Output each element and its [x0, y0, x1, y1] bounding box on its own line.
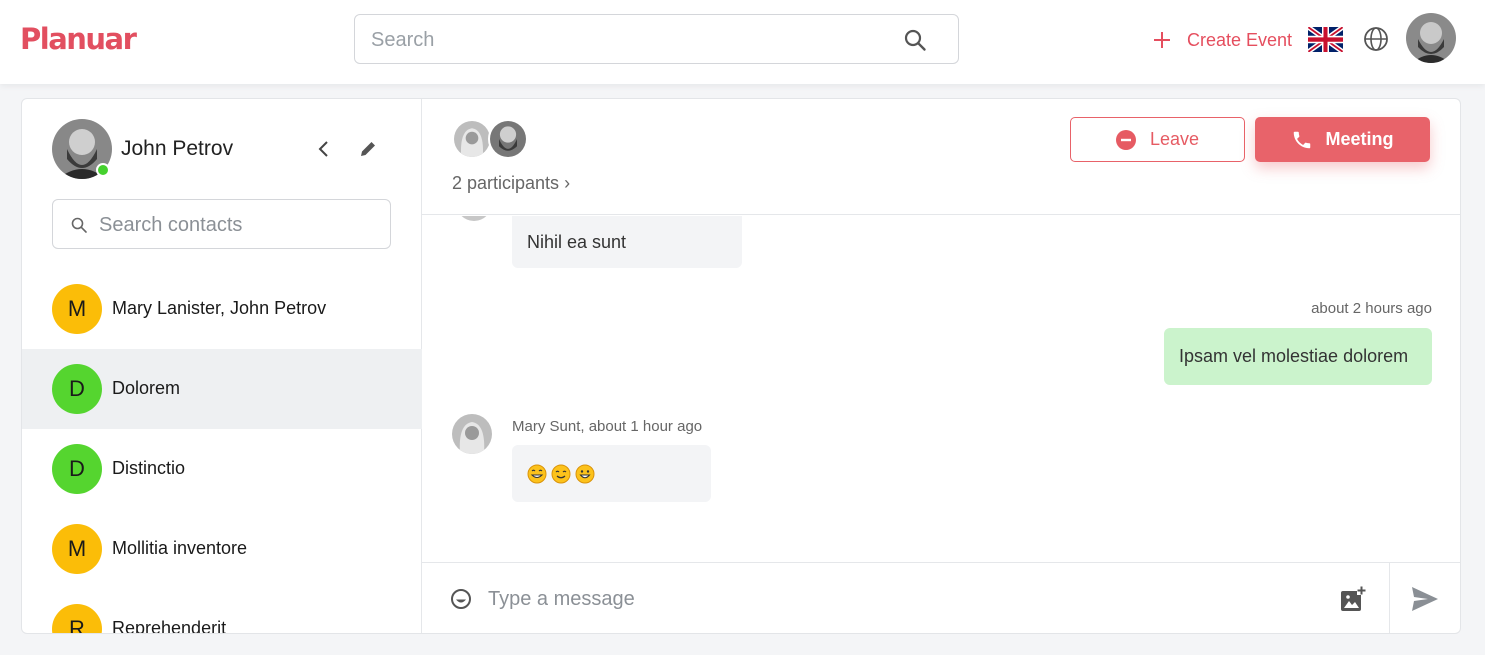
message-bubble: Nihil ea sunt: [512, 216, 742, 268]
contact-item[interactable]: M Mollitia inventore: [22, 509, 422, 589]
message-input[interactable]: [488, 585, 1288, 613]
contact-avatar: D: [52, 364, 102, 414]
participants-link[interactable]: 2 participants ›: [452, 173, 570, 194]
contact-name: Mollitia inventore: [112, 538, 248, 558]
divider: [1389, 563, 1390, 633]
online-status-dot: [96, 163, 110, 177]
user-avatar[interactable]: [1406, 13, 1456, 63]
contact-name: Distinctio: [112, 458, 186, 478]
message-sender-meta: Mary Sunt, about 1 hour ago: [512, 418, 703, 435]
sender-avatar: [456, 216, 492, 221]
top-bar: Planuar Create Event: [0, 0, 1485, 84]
emoji-picker-icon[interactable]: [450, 588, 472, 610]
global-search-input[interactable]: [371, 27, 891, 53]
add-image-icon[interactable]: [1340, 586, 1366, 612]
message-list: Nihil ea sunt about 2 hours ago Ipsam ve…: [422, 216, 1460, 562]
send-icon[interactable]: [1411, 586, 1439, 612]
contact-name: Mary Lanister, John Petrov: [112, 298, 327, 318]
contact-name: Reprehenderit: [112, 618, 227, 634]
search-icon[interactable]: [903, 28, 927, 52]
message-bubble: 😁😊😄: [512, 445, 711, 502]
contact-list: M Mary Lanister, John Petrov D Dolorem D Dist…: [22, 269, 422, 634]
contact-avatar: M: [52, 284, 102, 334]
create-event-button[interactable]: Create Event: [1152, 26, 1292, 54]
contact-item[interactable]: M Mary Lanister, John Petrov: [22, 269, 422, 349]
globe-icon[interactable]: [1363, 26, 1389, 52]
minus-circle-icon: [1115, 129, 1136, 150]
uk-flag-icon[interactable]: [1308, 27, 1343, 52]
current-user-name: John Petrov: [121, 137, 234, 160]
blush-emoji-icon: [551, 464, 571, 483]
chevron-left-icon[interactable]: [314, 139, 334, 159]
message-timestamp: about 2 hours ago: [1311, 300, 1432, 317]
message-text: Ipsam vel molestiae dolorem: [1179, 346, 1409, 366]
meeting-label: Meeting: [1325, 129, 1394, 149]
contact-name: Dolorem: [112, 378, 181, 398]
sender-avatar: [452, 414, 492, 454]
app-logo[interactable]: Planuar: [20, 22, 137, 56]
contact-avatar: R: [52, 604, 102, 633]
contact-search[interactable]: [52, 199, 391, 249]
smile-emoji-icon: [575, 464, 595, 483]
phone-icon: [1294, 131, 1311, 148]
pencil-icon[interactable]: [358, 139, 378, 159]
contacts-sidebar: John Petrov M Mary Lanister, John Petrov D…: [22, 99, 422, 634]
search-icon: [71, 217, 87, 233]
grin-emoji-icon: [527, 464, 547, 483]
contact-search-input[interactable]: [99, 212, 379, 238]
participants-label: 2 participants: [452, 173, 560, 193]
chat-area: 2 participants › Leave Meeting Nihil ea …: [422, 99, 1460, 633]
chat-header: 2 participants › Leave Meeting: [422, 99, 1460, 215]
contact-item[interactable]: D Dolorem: [22, 349, 422, 429]
contact-avatar: M: [52, 524, 102, 574]
participant-avatar[interactable]: [488, 119, 528, 159]
message-text: Nihil ea sunt: [527, 231, 627, 252]
message-bubble: Ipsam vel molestiae dolorem: [1164, 328, 1432, 385]
plus-icon: [1154, 32, 1170, 48]
leave-button[interactable]: Leave: [1070, 117, 1245, 162]
leave-label: Leave: [1149, 129, 1200, 149]
chevron-right-icon: ›: [564, 173, 571, 193]
messenger-panel: John Petrov M Mary Lanister, John Petrov D…: [21, 98, 1461, 634]
create-event-label: Create Event: [1187, 29, 1293, 50]
meeting-button[interactable]: Meeting: [1255, 117, 1430, 162]
contact-item[interactable]: R Reprehenderit: [22, 589, 422, 634]
message-text: 😁😊😄: [512, 445, 513, 446]
message-composer: [422, 562, 1460, 633]
contact-avatar: D: [52, 444, 102, 494]
contact-item[interactable]: D Distinctio: [22, 429, 422, 509]
global-search[interactable]: [354, 14, 959, 64]
participant-avatar[interactable]: [452, 119, 492, 159]
